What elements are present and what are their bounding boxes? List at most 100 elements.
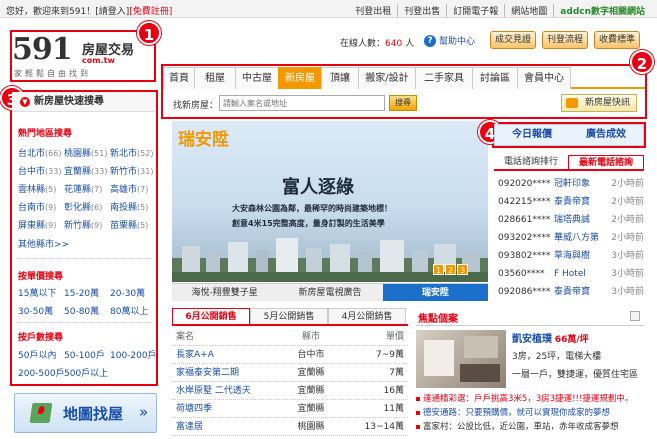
online-number: 640: [385, 39, 403, 49]
greeting-text: 您好，歡迎來到591！: [6, 7, 96, 17]
banner-subtitle-2: 創意4米15完整高度，量身訂製的生活美學: [232, 219, 385, 228]
tab-second-hand-furniture[interactable]: 二手家具: [415, 67, 473, 89]
project-name[interactable]: 長家A+A: [172, 346, 276, 363]
price-range-link[interactable]: 30-50萬: [18, 304, 64, 317]
household-range-link[interactable]: 500戶以上: [64, 366, 110, 379]
tab-home[interactable]: 首頁: [163, 67, 195, 89]
tab-new-house[interactable]: 新房屋: [278, 67, 322, 89]
top-link-sitemap[interactable]: 網站地圖: [504, 4, 553, 17]
marker-1: 1: [137, 21, 161, 45]
project-link[interactable]: 華威八方第: [554, 229, 608, 247]
search-button[interactable]: 搜尋: [389, 95, 417, 111]
post-process-button[interactable]: 刊登流程: [542, 31, 588, 49]
search-input[interactable]: [219, 95, 385, 111]
price-range-link[interactable]: 15萬以下: [18, 286, 64, 299]
project-link[interactable]: 冠軒印象: [554, 175, 608, 193]
banner-page-3[interactable]: 3: [457, 264, 468, 275]
tab-used-house[interactable]: 中古屋: [235, 67, 279, 89]
area-link[interactable]: 宜蘭縣(33): [64, 164, 110, 177]
banner-tab-1[interactable]: 海悅-翔豐雙子星: [172, 284, 277, 301]
project-link[interactable]: F Hotel: [554, 265, 608, 283]
top-link-newsletter[interactable]: 訂閱電子報: [446, 4, 504, 17]
news-item[interactable]: 富家村：公設比低，近公園，車站，赤年收成客夢想: [416, 420, 644, 434]
tab-member-center[interactable]: 會員中心: [517, 67, 571, 89]
project-link[interactable]: 泰貴帝寶: [554, 283, 608, 301]
household-range-link[interactable]: 50戶以內: [18, 348, 64, 361]
list-item: 03560**** F Hotel 3小時前: [498, 265, 644, 283]
tab-today-quotes[interactable]: 今日報價: [495, 125, 569, 145]
site-logo[interactable]: 591 房屋交易 com.tw 家輕鬆自由找到: [12, 32, 152, 78]
banner-tab-3[interactable]: 瑞安陞: [382, 284, 488, 301]
promo-banner[interactable]: 瑞安陞 富人逐綠 大安森林公園為鄰，最稀罕的時尚建築地標！ 創意4米15完整高度…: [172, 121, 488, 282]
banner-page-2[interactable]: 2: [445, 264, 456, 275]
news-text: 德安通路：只要預購價，就可以實現你成家的夢想: [423, 408, 611, 418]
new-house-flash-button[interactable]: 新房屋快訊: [561, 94, 637, 112]
table-row: 荷塘四季 宜蘭縣 11萬: [172, 400, 408, 418]
tab-april-sales[interactable]: 4月公開銷售: [328, 308, 406, 324]
project-name[interactable]: 荷塘四季: [172, 400, 276, 417]
news-item[interactable]: 達通精彩選：戶戶挑高3米5，3房3捷運!!!捷運規劃中。: [416, 392, 644, 406]
tab-transfer[interactable]: 頂讓: [321, 67, 359, 89]
online-unit: 人: [405, 39, 415, 49]
household-range-link[interactable]: 200-500戶: [18, 366, 65, 379]
top-link-rent-post[interactable]: 刊登出租: [349, 4, 397, 17]
news-item[interactable]: 德安通路：只要預購價，就可以實現你成家的夢想: [416, 406, 644, 420]
tab-phone-ranking[interactable]: 電話諮詢排行: [494, 155, 568, 169]
banner-tab-2[interactable]: 新房屋電視廣告: [277, 284, 382, 301]
price-range-link[interactable]: 15-20萬: [64, 286, 110, 299]
area-count: (51): [91, 149, 108, 158]
top-link-addcn[interactable]: addcn數字相關網站: [553, 4, 651, 17]
logo-number: 591: [12, 32, 73, 67]
banner-page-1[interactable]: 1: [433, 264, 444, 275]
online-count: 在線人數：640 人: [340, 36, 414, 49]
area-link[interactable]: 花蓮縣(7): [64, 182, 110, 195]
project-link[interactable]: 泰貴帝寶: [554, 193, 608, 211]
area-link[interactable]: 台北市(66): [18, 146, 64, 159]
project-price: 11萬: [383, 404, 404, 414]
focus-name[interactable]: 凱安植璞: [512, 334, 552, 345]
register-link[interactable]: [免費註冊]: [129, 7, 172, 17]
area-link[interactable]: 桃園縣(51): [64, 146, 110, 159]
area-link[interactable]: 高雄市(7): [110, 182, 156, 195]
area-link[interactable]: 新竹市(31): [110, 164, 156, 177]
price-range-link[interactable]: 80萬以上: [110, 304, 156, 317]
area-link[interactable]: 台南市(9): [18, 200, 64, 213]
area-link[interactable]: 苗栗縣(5): [110, 218, 156, 231]
area-link[interactable]: 彰化縣(6): [64, 200, 110, 213]
pricing-button[interactable]: 收費標準: [594, 31, 640, 49]
project-link[interactable]: 瑞塔典誠: [554, 211, 608, 229]
tab-may-sales[interactable]: 5月公開銷售: [250, 308, 328, 324]
project-name[interactable]: 家福泰安第二期: [172, 364, 276, 381]
other-cities-link[interactable]: 其他縣市>>: [18, 237, 69, 250]
area-link[interactable]: 台中市(33): [18, 164, 64, 177]
project-name[interactable]: 富達居: [172, 418, 276, 435]
help-center-link[interactable]: ? 幫助中心: [424, 34, 475, 47]
tab-forum[interactable]: 討論區: [472, 67, 518, 89]
tab-ad-performance[interactable]: 廣告成效: [569, 125, 643, 145]
area-link[interactable]: 雲林縣(5): [18, 182, 64, 195]
area-count: (52): [137, 149, 154, 158]
call-time: 3小時前: [611, 269, 644, 279]
area-link[interactable]: 屏東縣(9): [18, 218, 64, 231]
login-link[interactable]: [請登入]: [95, 7, 129, 17]
price-range-link[interactable]: 20-30萬: [110, 286, 156, 299]
household-range-link[interactable]: 50-100戶: [64, 348, 110, 361]
tab-latest-calls[interactable]: 最新電話諮詢: [568, 155, 644, 169]
project-name[interactable]: 水岸原墅 二代透天: [172, 382, 276, 399]
map-search-button[interactable]: 地圖找屋 »: [14, 393, 157, 433]
focus-photo[interactable]: [416, 330, 506, 388]
expand-icon[interactable]: [630, 311, 640, 321]
area-link[interactable]: 南投縣(5): [110, 200, 156, 213]
top-link-sale-post[interactable]: 刊登出售: [397, 4, 446, 17]
price-range-link[interactable]: 50-80萬: [64, 304, 110, 317]
tab-moving-design[interactable]: 搬家/設計: [358, 67, 416, 89]
project-link[interactable]: 草海與樹: [554, 247, 608, 265]
focus-info: 凱安植璞 66萬/坪 3房，25坪，電梯大樓 一層一戶，雙捷運，優質住宅區: [512, 330, 644, 382]
area-link[interactable]: 新北市(52): [110, 146, 156, 159]
household-range-link[interactable]: 100-200戶: [110, 348, 157, 361]
area-link[interactable]: 新竹縣(9): [64, 218, 110, 231]
testimonial-button[interactable]: 成交見證: [490, 31, 536, 49]
tab-rent[interactable]: 租屋: [194, 67, 236, 89]
project-price: 13~14萬: [364, 422, 404, 432]
tab-june-sales[interactable]: 6月公開銷售: [172, 308, 250, 324]
